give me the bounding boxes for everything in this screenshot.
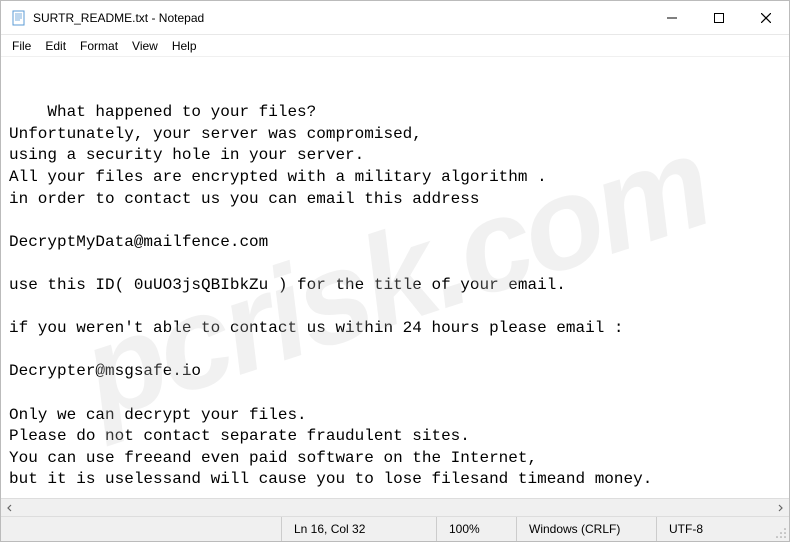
maximize-button[interactable] xyxy=(695,1,742,34)
menu-file[interactable]: File xyxy=(5,37,38,55)
status-zoom: 100% xyxy=(436,517,516,541)
notepad-icon xyxy=(11,10,27,26)
scroll-left-arrow[interactable] xyxy=(1,499,19,517)
status-spacer xyxy=(1,517,281,541)
window-title: SURTR_README.txt - Notepad xyxy=(33,11,648,25)
text-editor-area[interactable]: pcrisk.com What happened to your files? … xyxy=(1,57,789,498)
menu-help[interactable]: Help xyxy=(165,37,204,55)
close-button[interactable] xyxy=(742,1,789,34)
menubar: File Edit Format View Help xyxy=(1,35,789,57)
notepad-window: SURTR_README.txt - Notepad File Edit For… xyxy=(0,0,790,542)
scroll-track[interactable] xyxy=(19,499,771,516)
minimize-button[interactable] xyxy=(648,1,695,34)
scroll-right-arrow[interactable] xyxy=(771,499,789,517)
menu-view[interactable]: View xyxy=(125,37,165,55)
statusbar: Ln 16, Col 32 100% Windows (CRLF) UTF-8 xyxy=(1,516,789,541)
horizontal-scrollbar[interactable] xyxy=(1,498,789,516)
status-encoding: UTF-8 xyxy=(656,517,771,541)
status-cursor-position: Ln 16, Col 32 xyxy=(281,517,436,541)
resize-grip[interactable] xyxy=(771,517,789,541)
menu-edit[interactable]: Edit xyxy=(38,37,73,55)
menu-format[interactable]: Format xyxy=(73,37,125,55)
document-text: What happened to your files? Unfortunate… xyxy=(9,103,652,488)
window-controls xyxy=(648,1,789,34)
titlebar: SURTR_README.txt - Notepad xyxy=(1,1,789,35)
status-line-ending: Windows (CRLF) xyxy=(516,517,656,541)
